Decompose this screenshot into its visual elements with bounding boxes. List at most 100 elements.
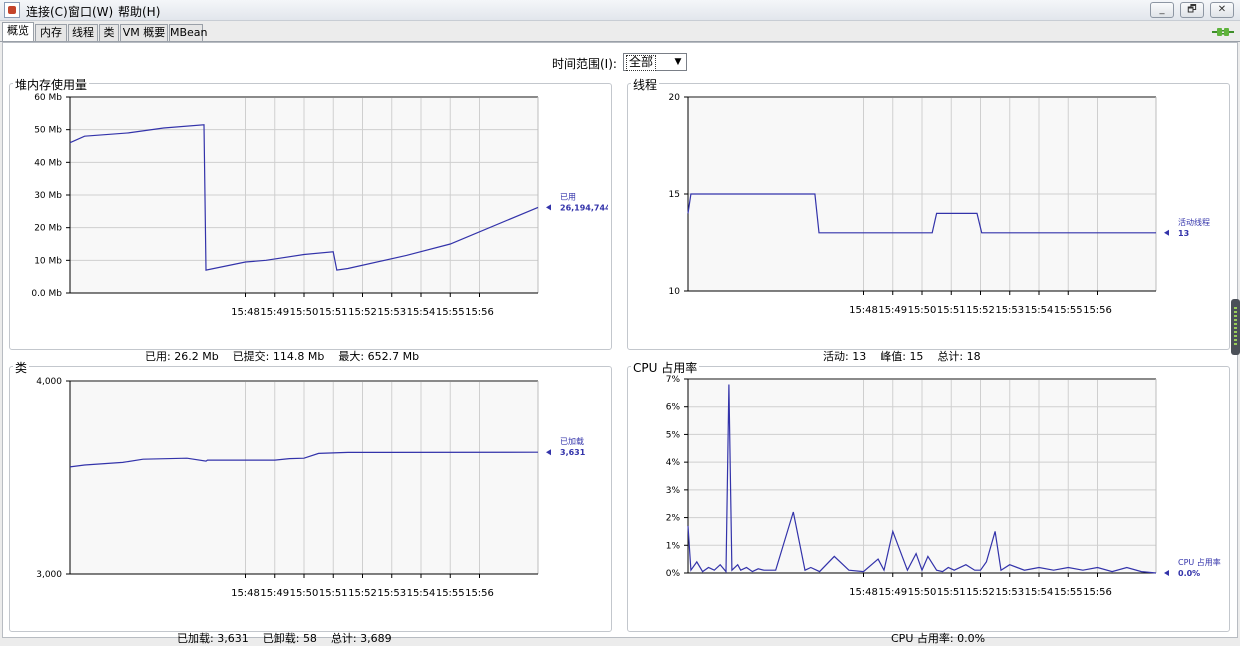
series-name-label: 活动线程 bbox=[1178, 217, 1210, 227]
y-tick-label: 2% bbox=[666, 514, 681, 524]
heap-committed-value: 114.8 Mb bbox=[272, 350, 325, 363]
x-tick-label: 15:56 bbox=[1083, 587, 1112, 598]
minimize-button[interactable]: _ bbox=[1150, 2, 1174, 18]
x-tick-label: 15:56 bbox=[465, 588, 494, 599]
current-value-marker bbox=[1164, 570, 1169, 576]
cpu-stats: CPU 占用率: 0.0% bbox=[884, 617, 985, 646]
minimize-icon: _ bbox=[1159, 4, 1165, 15]
cpu-usage-chart: 15:48 15:49 15:50 15:51 15:52 15:53 15:54 15:55… bbox=[666, 375, 1221, 598]
x-tick-label: 15:54 bbox=[1025, 305, 1054, 316]
tab-vm-summary[interactable]: VM 概要 bbox=[120, 24, 168, 41]
heap-stats: 已用: 26.2 Mb 已提交: 114.8 Mb 最大: 652.7 Mb bbox=[138, 335, 419, 364]
y-tick-label: 4,000 bbox=[36, 377, 62, 387]
side-resize-handle[interactable] bbox=[1231, 299, 1240, 355]
heap-max-label: 最大: bbox=[338, 350, 365, 363]
x-tick-label: 15:51 bbox=[319, 588, 348, 599]
classes-stats: 已加载: 3,631 已卸载: 58 总计: 3,689 bbox=[170, 617, 392, 646]
tab-classes[interactable]: 类 bbox=[99, 24, 119, 41]
series-value-label: 3,631 bbox=[560, 448, 586, 457]
y-tick-label: 4% bbox=[666, 458, 681, 468]
series-value-label: 0.0% bbox=[1178, 569, 1200, 578]
heap-max-value: 652.7 Mb bbox=[367, 350, 420, 363]
x-tick-label: 15:50 bbox=[908, 305, 937, 316]
x-tick-label: 15:51 bbox=[319, 307, 348, 318]
current-value-marker bbox=[546, 204, 551, 211]
x-tick-label: 15:55 bbox=[1054, 587, 1083, 598]
time-range-select[interactable]: 全部 ▼ bbox=[623, 53, 687, 71]
menu-connection[interactable]: 连接(C) bbox=[26, 3, 68, 20]
y-tick-label: 20 Mb bbox=[34, 224, 62, 234]
x-tick-label: 15:56 bbox=[1083, 305, 1112, 316]
y-tick-label: 3,000 bbox=[36, 570, 62, 580]
x-tick-label: 15:51 bbox=[937, 587, 966, 598]
threads-total-value: 18 bbox=[966, 350, 981, 363]
x-tick-label: 15:52 bbox=[348, 307, 377, 318]
current-value-marker bbox=[546, 449, 551, 456]
menu-help[interactable]: 帮助(H) bbox=[118, 3, 160, 20]
y-tick-label: 5% bbox=[666, 430, 681, 440]
x-tick-label: 15:49 bbox=[878, 587, 907, 598]
threads-total-label: 总计: bbox=[937, 350, 964, 363]
threads-live-label: 活动: bbox=[823, 350, 849, 363]
x-tick-label: 15:53 bbox=[995, 587, 1024, 598]
time-range-label: 时间范围(I): bbox=[552, 57, 617, 71]
y-tick-label: 7% bbox=[666, 375, 681, 385]
classes-loaded-value: 3,631 bbox=[217, 632, 249, 645]
x-tick-label: 15:48 bbox=[849, 587, 878, 598]
y-tick-label: 6% bbox=[666, 403, 681, 413]
y-tick-label: 10 bbox=[669, 287, 681, 297]
heap-used-label: 已用: bbox=[145, 350, 171, 363]
chevron-down-icon: ▼ bbox=[674, 57, 682, 67]
java-app-icon bbox=[4, 2, 20, 18]
series-value-label: 26,194,744 bbox=[560, 203, 608, 212]
tab-threads[interactable]: 线程 bbox=[68, 24, 98, 41]
series-name-label: 已用 bbox=[560, 192, 576, 201]
x-tick-label: 15:53 bbox=[377, 588, 406, 599]
classes-total-value: 3,689 bbox=[360, 632, 392, 645]
y-tick-label: 0% bbox=[666, 569, 681, 579]
classes-unloaded-label: 已卸载: bbox=[262, 632, 300, 645]
cpu-usage-label: CPU 占用率: bbox=[891, 632, 954, 645]
y-tick-label: 60 Mb bbox=[34, 93, 62, 103]
heap-committed-label: 已提交: bbox=[232, 350, 270, 363]
tab-memory[interactable]: 内存 bbox=[35, 24, 67, 41]
menu-window[interactable]: 窗口(W) bbox=[68, 3, 113, 20]
x-tick-label: 15:48 bbox=[849, 305, 878, 316]
x-tick-label: 15:50 bbox=[290, 588, 319, 599]
heap-memory-chart: 15:48 15:49 15:50 15:51 15:52 15:53 15:54 15:55… bbox=[31, 93, 608, 318]
threads-peak-value: 15 bbox=[909, 350, 924, 363]
tab-mbean[interactable]: MBean bbox=[169, 24, 208, 41]
threads-chart: 15:48 15:49 15:50 15:51 15:52 15:53 15:54 15:55… bbox=[669, 93, 1210, 316]
x-tick-label: 15:54 bbox=[407, 588, 436, 599]
threads-live-value: 13 bbox=[852, 350, 867, 363]
series-value-label: 13 bbox=[1178, 229, 1189, 238]
threads-peak-label: 峰值: bbox=[880, 350, 906, 363]
y-tick-label: 50 Mb bbox=[34, 126, 62, 136]
x-tick-label: 15:54 bbox=[1025, 587, 1054, 598]
x-tick-label: 15:49 bbox=[260, 588, 289, 599]
menubar: 连接(C) 窗口(W) 帮助(H) _ 🗗 ✕ bbox=[0, 0, 1240, 21]
x-tick-label: 15:48 bbox=[231, 588, 260, 599]
y-tick-label: 10 Mb bbox=[34, 256, 62, 266]
threads-stats: 活动: 13 峰值: 15 总计: 18 bbox=[816, 335, 981, 364]
cpu-usage-value: 0.0% bbox=[957, 632, 986, 645]
tab-overview[interactable]: 概览 bbox=[2, 22, 34, 41]
x-tick-label: 15:52 bbox=[348, 588, 377, 599]
x-tick-label: 15:55 bbox=[1054, 305, 1083, 316]
x-tick-label: 15:53 bbox=[995, 305, 1024, 316]
y-tick-label: 3% bbox=[666, 486, 681, 496]
classes-unloaded-value: 58 bbox=[302, 632, 317, 645]
x-tick-label: 15:48 bbox=[231, 307, 260, 318]
x-tick-label: 15:56 bbox=[465, 307, 494, 318]
y-tick-label: 1% bbox=[666, 541, 681, 551]
x-tick-label: 15:51 bbox=[937, 305, 966, 316]
connection-plug-icon bbox=[1212, 28, 1234, 36]
x-tick-label: 15:53 bbox=[377, 307, 406, 318]
x-tick-label: 15:55 bbox=[436, 588, 465, 599]
close-button[interactable]: ✕ bbox=[1210, 2, 1234, 18]
classes-loaded-label: 已加载: bbox=[177, 632, 214, 645]
restore-button[interactable]: 🗗 bbox=[1180, 2, 1204, 18]
series-name-label: 已加载 bbox=[560, 436, 584, 446]
y-tick-label: 40 Mb bbox=[34, 158, 62, 168]
time-range-value: 全部 bbox=[626, 55, 657, 71]
